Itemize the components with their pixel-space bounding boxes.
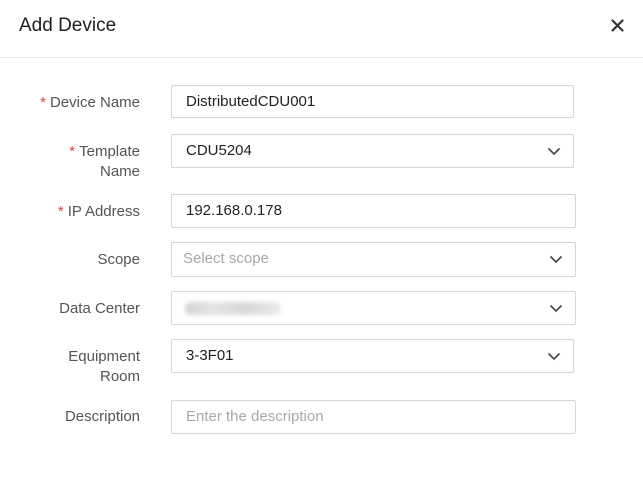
add-device-dialog: Add Device * Device Name DistributedCDU00…	[0, 0, 643, 479]
template-name-label-line1: * Template	[10, 142, 140, 162]
equipment-room-value: 3-3F01	[186, 347, 234, 364]
template-name-label-text: Template	[79, 143, 140, 160]
chevron-down-icon	[549, 304, 563, 313]
description-label: Description	[64, 408, 140, 425]
template-name-select[interactable]: CDU5204	[171, 134, 574, 168]
ip-address-label: * IP Address	[10, 202, 140, 222]
scope-placeholder: Select scope	[183, 250, 269, 267]
data-center-select[interactable]	[171, 291, 576, 325]
chevron-down-icon	[547, 352, 561, 361]
equipment-room-label-line2: Room	[99, 368, 140, 385]
ip-address-value: 192.168.0.178	[186, 202, 282, 219]
required-mark: *	[69, 143, 76, 160]
required-mark: *	[57, 203, 64, 220]
dialog-header: Add Device	[0, 0, 643, 58]
device-name-value: DistributedCDU001	[186, 93, 316, 110]
dialog-title: Add Device	[19, 15, 117, 36]
scope-select[interactable]: Select scope	[171, 242, 576, 277]
device-name-input[interactable]: DistributedCDU001	[171, 85, 574, 118]
chevron-down-icon	[547, 147, 561, 156]
required-mark: *	[40, 94, 46, 111]
data-center-label: Data Center	[59, 300, 140, 317]
ip-address-label-text: IP Address	[67, 203, 140, 220]
equipment-room-label-line1: Equipment	[68, 348, 140, 365]
device-name-label: * Device Name	[10, 93, 140, 113]
device-name-label-text: Device Name	[49, 94, 140, 111]
template-name-label: * Template Name	[10, 142, 140, 182]
equipment-room-select[interactable]: 3-3F01	[171, 339, 574, 373]
equipment-room-label: Equipment Room	[10, 347, 140, 387]
scope-label: Scope	[97, 251, 140, 268]
ip-address-input[interactable]: 192.168.0.178	[171, 194, 576, 228]
template-name-value: CDU5204	[186, 142, 252, 159]
description-input[interactable]: Enter the description	[171, 400, 576, 434]
close-icon	[610, 18, 624, 32]
chevron-down-icon	[549, 255, 563, 264]
data-center-value-redacted	[185, 302, 281, 315]
template-name-label-line2: Name	[99, 163, 140, 180]
description-placeholder: Enter the description	[186, 408, 324, 425]
close-button[interactable]	[604, 12, 630, 38]
